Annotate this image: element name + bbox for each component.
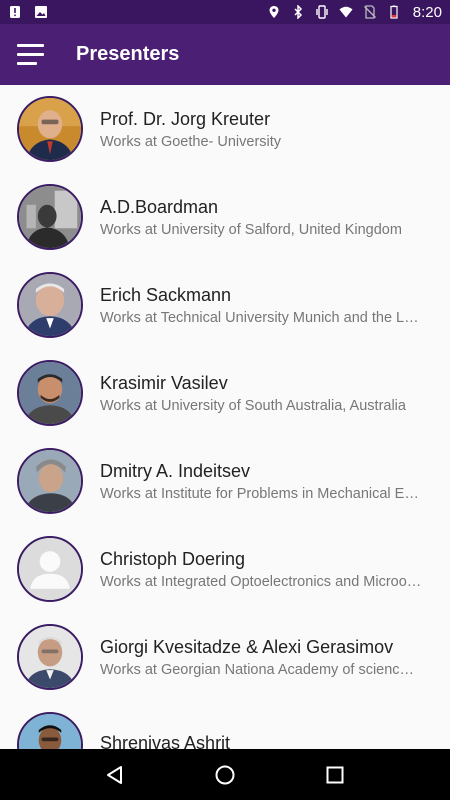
presenter-name: Dmitry A. Indeitsev bbox=[100, 460, 251, 481]
presenter-affiliation: Works at Technical University Munich and… bbox=[100, 309, 419, 326]
battery-icon bbox=[390, 5, 398, 19]
presenter-avatar bbox=[17, 360, 83, 426]
presenter-row[interactable]: Giorgi Kvesitadze & Alexi Gerasimov Work… bbox=[0, 613, 450, 701]
presenter-row[interactable]: Christoph Doering Works at Integrated Op… bbox=[0, 525, 450, 613]
presenter-affiliation: Works at Goethe- University bbox=[100, 133, 282, 150]
status-bar: 8:20 bbox=[0, 0, 450, 24]
presenter-name: Shrenivas Ashrit bbox=[100, 732, 231, 750]
vibrate-icon bbox=[316, 5, 328, 19]
recents-square-icon[interactable] bbox=[320, 760, 350, 790]
presenter-avatar bbox=[17, 624, 83, 690]
presenter-name: Prof. Dr. Jorg Kreuter bbox=[100, 108, 271, 129]
presenter-affiliation: Works at University of South Australia, … bbox=[100, 397, 406, 414]
location-icon bbox=[269, 6, 279, 18]
clock-time: 8:20 bbox=[412, 3, 442, 21]
presenter-name: Krasimir Vasilev bbox=[100, 372, 228, 393]
presenter-name: Christoph Doering bbox=[100, 548, 246, 569]
home-circle-icon[interactable] bbox=[210, 760, 240, 790]
presenter-affiliation: Works at Institute for Problems in Mecha… bbox=[100, 485, 419, 502]
hamburger-menu-icon[interactable] bbox=[0, 24, 62, 85]
presenter-name: Giorgi Kvesitadze & Alexi Gerasimov bbox=[100, 636, 394, 657]
presenter-row[interactable]: Prof. Dr. Jorg Kreuter Works at Goethe- … bbox=[0, 85, 450, 173]
back-triangle-icon[interactable] bbox=[100, 760, 130, 790]
presenter-affiliation: Works at Integrated Optoelectronics and … bbox=[100, 573, 422, 590]
default-avatar-icon bbox=[17, 536, 83, 602]
presenter-row[interactable]: Shrenivas Ashrit bbox=[0, 701, 450, 749]
presenter-affiliation: Works at University of Salford, United K… bbox=[100, 221, 402, 238]
page-title: Presenters bbox=[76, 43, 180, 65]
no-sim-icon bbox=[363, 5, 376, 19]
presenter-avatar bbox=[17, 184, 83, 250]
system-nav-bar bbox=[0, 749, 450, 800]
presenter-row[interactable]: A.D.Boardman Works at University of Salf… bbox=[0, 173, 450, 261]
presenter-avatar bbox=[17, 272, 83, 338]
alert-icon bbox=[10, 6, 20, 18]
presenter-avatar bbox=[17, 712, 83, 749]
wifi-icon bbox=[339, 6, 353, 18]
presenter-name: Erich Sackmann bbox=[100, 284, 232, 305]
bluetooth-icon bbox=[294, 5, 302, 19]
presenter-avatar bbox=[17, 96, 83, 162]
app-bar: Presenters bbox=[0, 24, 450, 85]
image-icon bbox=[35, 6, 47, 18]
presenter-affiliation: Works at Georgian Nationa Academy of sci… bbox=[100, 661, 415, 678]
presenter-row[interactable]: Krasimir Vasilev Works at University of … bbox=[0, 349, 450, 437]
presenter-list[interactable]: Prof. Dr. Jorg Kreuter Works at Goethe- … bbox=[0, 85, 450, 749]
presenter-name: A.D.Boardman bbox=[100, 196, 219, 217]
presenter-row[interactable]: Erich Sackmann Works at Technical Univer… bbox=[0, 261, 450, 349]
presenter-avatar bbox=[17, 448, 83, 514]
presenter-row[interactable]: Dmitry A. Indeitsev Works at Institute f… bbox=[0, 437, 450, 525]
